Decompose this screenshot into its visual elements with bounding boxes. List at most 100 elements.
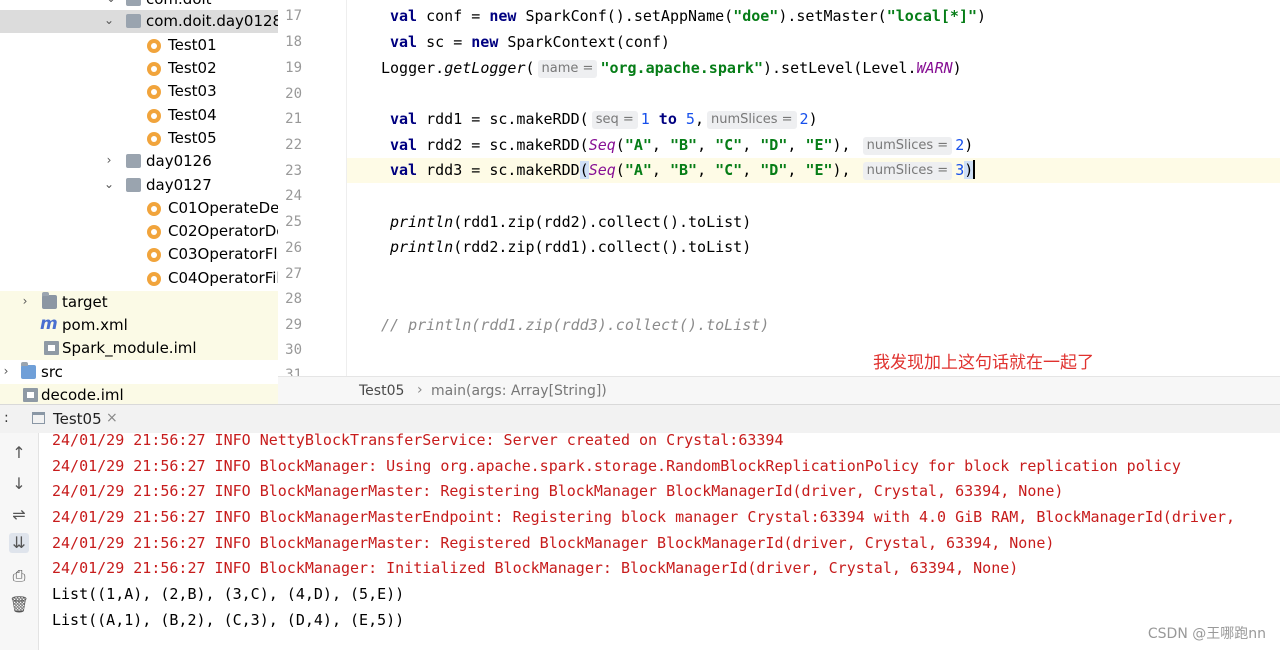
scala-class-icon xyxy=(147,85,161,99)
scala-class-icon xyxy=(147,272,161,286)
scala-class-icon xyxy=(147,202,161,216)
line-number: 19 xyxy=(285,60,302,76)
breadcrumb-separator: › xyxy=(417,382,423,398)
line-number: 26 xyxy=(285,240,302,256)
trash-icon[interactable]: 🗑 xyxy=(9,595,29,615)
console-line: 24/01/29 21:56:27 INFO BlockManagerMaste… xyxy=(52,508,1236,526)
tree-item-label: Test03 xyxy=(168,82,217,100)
annotation-text: 我发现加上这句话就在一起了 xyxy=(873,353,1094,373)
tree-item-day0127[interactable]: ⌄ day0127 xyxy=(0,174,278,197)
tree-item-c01[interactable]: C01OperateDem xyxy=(0,197,278,220)
parameter-hint: name = xyxy=(537,60,598,78)
code-line-22: val rdd2 = sc.makeRDD(Seq("A", "B", "C",… xyxy=(390,136,974,155)
tree-item-label: com.doit xyxy=(146,0,212,8)
chevron-right-icon[interactable]: › xyxy=(103,153,115,167)
scala-class-icon xyxy=(147,62,161,76)
run-tool-window-header: : Test05 × xyxy=(0,404,1280,434)
project-tree: ⌄ com.doit ⌄ com.doit.day0128 Test01 Tes… xyxy=(0,0,279,404)
tree-item-pom-xml[interactable]: m pom.xml xyxy=(0,314,278,337)
scala-class-icon xyxy=(147,225,161,239)
console-line: 24/01/29 21:56:27 INFO BlockManagerMaste… xyxy=(52,482,1064,500)
console-toolbar: ↑ ↓ ⇌ ⇊ ⎙ 🗑 xyxy=(0,433,39,650)
console-line: 24/01/29 21:56:27 INFO NettyBlockTransfe… xyxy=(52,433,784,449)
line-number-gutter: 17 18 19 20 21 22 23 24 25 26 27 28 29 3… xyxy=(278,0,347,383)
tree-item-label: Test05 xyxy=(168,129,217,147)
watermark: CSDN @王哪跑nn xyxy=(1147,626,1266,642)
tree-item-label: decode.iml xyxy=(41,386,124,404)
chevron-right-icon[interactable]: › xyxy=(19,294,31,308)
parameter-hint: seq = xyxy=(591,111,638,129)
tree-item-src[interactable]: › src xyxy=(0,361,278,384)
module-file-icon xyxy=(23,388,38,402)
tree-item-test04[interactable]: Test04 xyxy=(0,104,278,127)
close-icon[interactable]: × xyxy=(106,410,118,426)
tree-item-com-doit-day0128[interactable]: ⌄ com.doit.day0128 xyxy=(0,10,278,33)
up-arrow-icon[interactable]: ↑ xyxy=(9,443,29,463)
line-number: 25 xyxy=(285,214,302,230)
tree-item-target[interactable]: › target xyxy=(0,291,278,314)
code-line-29: // println(rdd1.zip(rdd3).collect().toLi… xyxy=(381,316,770,334)
parameter-hint: numSlices = xyxy=(706,111,797,129)
tree-item-label: C04OperatorFilt xyxy=(168,269,279,287)
code-line-17: val conf = new SparkConf().setAppName("d… xyxy=(390,7,987,25)
tree-item-label: src xyxy=(41,363,63,381)
run-config-icon xyxy=(32,412,45,424)
chevron-down-icon[interactable]: ⌄ xyxy=(103,13,115,27)
package-icon xyxy=(126,0,141,6)
soft-wrap-icon[interactable]: ⇌ xyxy=(9,505,29,525)
line-number: 20 xyxy=(285,86,302,102)
code-line-21: val rdd1 = sc.makeRDD(seq = 1 to 5, numSli… xyxy=(390,110,818,129)
text-caret xyxy=(973,160,976,179)
parameter-hint: numSlices = xyxy=(862,162,953,180)
tree-item-day0126[interactable]: › day0126 xyxy=(0,150,278,173)
line-number: 18 xyxy=(285,34,302,50)
down-arrow-icon[interactable]: ↓ xyxy=(9,474,29,494)
print-icon[interactable]: ⎙ xyxy=(9,566,29,586)
chevron-down-icon[interactable]: ⌄ xyxy=(103,177,115,191)
console-line: 24/01/29 21:56:27 INFO BlockManager: Usi… xyxy=(52,457,1181,475)
code-editor[interactable]: val conf = new SparkConf().setAppName("d… xyxy=(347,0,1280,376)
folder-icon xyxy=(21,362,36,379)
scala-class-icon xyxy=(147,39,161,53)
tree-item-test01[interactable]: Test01 xyxy=(0,34,278,57)
line-number: 24 xyxy=(285,188,302,204)
tree-item-label: Test01 xyxy=(168,36,217,54)
tree-item-c03[interactable]: C03OperatorFlat xyxy=(0,243,278,266)
line-number: 23 xyxy=(285,163,302,179)
scala-class-icon xyxy=(147,109,161,123)
tree-item-label: day0126 xyxy=(146,152,212,170)
tree-item-test05[interactable]: Test05 xyxy=(0,127,278,150)
line-number: 21 xyxy=(285,111,302,127)
tree-item-test02[interactable]: Test02 xyxy=(0,57,278,80)
tree-item-label: Spark_module.iml xyxy=(62,339,197,357)
run-tab-test05[interactable]: Test05 × xyxy=(26,405,126,433)
package-icon xyxy=(126,154,141,168)
tree-item-c04[interactable]: C04OperatorFilt xyxy=(0,267,278,290)
line-number: 30 xyxy=(285,342,302,358)
tree-item-label: pom.xml xyxy=(62,316,128,334)
console-output[interactable]: 24/01/29 21:56:27 INFO NettyBlockTransfe… xyxy=(39,433,1280,650)
maven-icon: m xyxy=(40,314,58,334)
line-number: 22 xyxy=(285,137,302,153)
breadcrumb: Test05 › main(args: Array[String]) xyxy=(278,376,1280,405)
chevron-down-icon[interactable]: ⌄ xyxy=(105,0,117,5)
folder-icon xyxy=(42,292,57,309)
code-line-18: val sc = new SparkContext(conf) xyxy=(390,33,670,51)
tree-item-decode-iml[interactable]: decode.iml xyxy=(0,384,278,404)
chevron-right-icon[interactable]: › xyxy=(0,364,12,378)
tree-item-spark-module-iml[interactable]: Spark_module.iml xyxy=(0,337,278,360)
line-number: 27 xyxy=(285,266,302,282)
tree-item-c02[interactable]: C02OperatorDei xyxy=(0,220,278,243)
scroll-to-end-icon[interactable]: ⇊ xyxy=(9,533,29,553)
tree-item-test03[interactable]: Test03 xyxy=(0,80,278,103)
parameter-hint: numSlices = xyxy=(862,137,953,155)
breadcrumb-method[interactable]: main(args: Array[String]) xyxy=(431,383,607,399)
code-line-23: val rdd3 = sc.makeRDD(Seq("A", "B", "C",… xyxy=(347,158,1280,183)
tree-item-label: Test02 xyxy=(168,59,217,77)
tree-item-label: C01OperateDem xyxy=(168,199,279,217)
package-icon xyxy=(126,178,141,192)
line-number: 29 xyxy=(285,317,302,333)
breadcrumb-file[interactable]: Test05 xyxy=(359,383,404,399)
console-line: 24/01/29 21:56:27 INFO BlockManager: Ini… xyxy=(52,559,1019,577)
module-file-icon xyxy=(44,341,59,355)
